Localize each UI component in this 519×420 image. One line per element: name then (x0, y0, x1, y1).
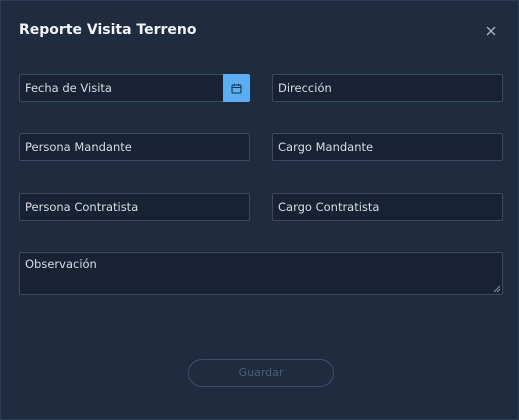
dialog-title: Reporte Visita Terreno (19, 22, 197, 38)
visit-date-field[interactable]: Fecha de Visita (19, 74, 225, 102)
principal-position-field[interactable]: Cargo Mandante (272, 133, 503, 161)
contractor-person-field[interactable]: Persona Contratista (19, 193, 250, 221)
observation-placeholder: Observación (25, 257, 97, 271)
close-icon[interactable] (482, 22, 500, 40)
principal-person-field[interactable]: Persona Mandante (19, 133, 250, 161)
resize-handle-icon[interactable] (493, 285, 501, 293)
calendar-icon (231, 83, 242, 94)
contractor-position-field[interactable]: Cargo Contratista (272, 193, 503, 221)
visit-report-dialog: Reporte Visita Terreno Fecha de Visita D… (0, 0, 519, 420)
address-field[interactable]: Dirección (272, 74, 503, 102)
date-picker-button[interactable] (223, 74, 250, 102)
save-button[interactable]: Guardar (188, 359, 334, 387)
observation-textarea[interactable]: Observación (19, 252, 503, 295)
